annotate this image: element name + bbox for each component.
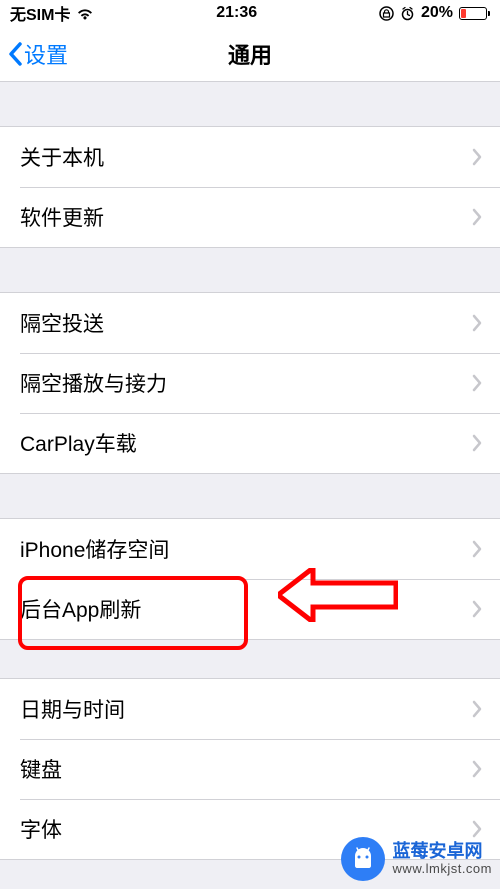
chevron-right-icon <box>472 820 482 838</box>
group-2: iPhone储存空间 后台App刷新 <box>0 518 500 640</box>
chevron-right-icon <box>472 434 482 452</box>
chevron-right-icon <box>472 760 482 778</box>
settings-content[interactable]: 关于本机 软件更新 隔空投送 隔空播放与接力 CarPlay车载 iPhone储… <box>0 82 500 889</box>
group-gap <box>0 248 500 292</box>
back-button[interactable]: 设置 <box>0 38 68 70</box>
row-fonts[interactable]: 字体 <box>0 799 500 859</box>
row-about[interactable]: 关于本机 <box>0 127 500 187</box>
row-background-app-refresh[interactable]: 后台App刷新 <box>0 579 500 639</box>
row-airdrop[interactable]: 隔空投送 <box>0 293 500 353</box>
chevron-left-icon <box>8 42 22 66</box>
row-label: iPhone储存空间 <box>20 534 169 564</box>
group-3: 日期与时间 键盘 字体 <box>0 678 500 860</box>
battery-percent: 20% <box>421 4 453 22</box>
status-left: 无SIM卡 <box>10 1 94 25</box>
chevron-right-icon <box>472 314 482 332</box>
row-airplay-handoff[interactable]: 隔空播放与接力 <box>0 353 500 413</box>
row-label: 关于本机 <box>20 142 104 172</box>
chevron-right-icon <box>472 700 482 718</box>
row-label: 隔空投送 <box>20 308 104 338</box>
row-label: 字体 <box>20 814 62 844</box>
status-right: 20% <box>379 4 490 22</box>
carrier-label: 无SIM卡 <box>10 1 70 25</box>
chevron-right-icon <box>472 600 482 618</box>
status-time: 21:36 <box>216 4 257 22</box>
row-label: 键盘 <box>20 754 62 784</box>
row-label: 隔空播放与接力 <box>20 368 167 398</box>
row-label: 日期与时间 <box>20 694 125 724</box>
row-label: CarPlay车载 <box>20 428 137 458</box>
group-1: 隔空投送 隔空播放与接力 CarPlay车载 <box>0 292 500 474</box>
nav-bar: 设置 通用 <box>0 26 500 82</box>
wifi-icon <box>76 7 94 20</box>
status-bar: 无SIM卡 21:36 20% <box>0 0 500 26</box>
row-iphone-storage[interactable]: iPhone储存空间 <box>0 519 500 579</box>
group-gap <box>0 474 500 518</box>
chevron-right-icon <box>472 374 482 392</box>
chevron-right-icon <box>472 540 482 558</box>
row-label: 软件更新 <box>20 202 104 232</box>
row-date-time[interactable]: 日期与时间 <box>0 679 500 739</box>
group-gap <box>0 82 500 126</box>
row-keyboard[interactable]: 键盘 <box>0 739 500 799</box>
orientation-lock-icon <box>379 6 394 21</box>
row-carplay[interactable]: CarPlay车载 <box>0 413 500 473</box>
row-software-update[interactable]: 软件更新 <box>0 187 500 247</box>
group-gap <box>0 640 500 678</box>
chevron-right-icon <box>472 148 482 166</box>
battery-icon <box>459 7 490 20</box>
nav-title: 通用 <box>228 38 272 70</box>
alarm-icon <box>400 6 415 21</box>
group-0: 关于本机 软件更新 <box>0 126 500 248</box>
back-label: 设置 <box>24 38 68 70</box>
chevron-right-icon <box>472 208 482 226</box>
row-label: 后台App刷新 <box>20 594 141 624</box>
